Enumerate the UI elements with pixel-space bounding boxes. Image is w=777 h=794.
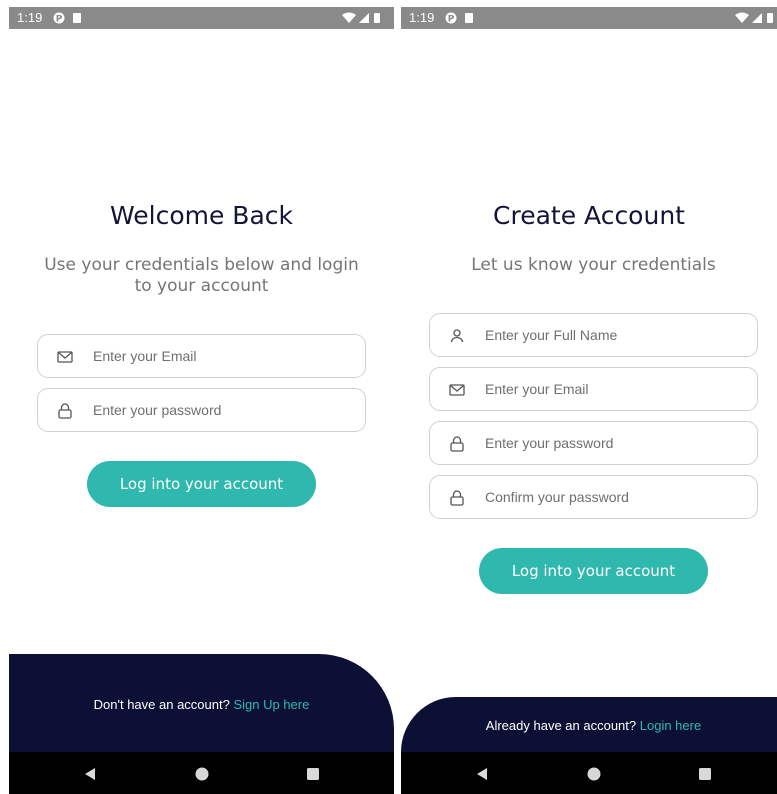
lock-icon (58, 403, 72, 419)
status-bar: 1:19 P (9, 7, 394, 29)
svg-text:P: P (56, 15, 63, 25)
status-bar: 1:19 P (401, 7, 777, 29)
page-subtitle: Let us know your credentials (471, 255, 716, 275)
person-icon (450, 329, 464, 343)
password-input[interactable] (93, 389, 343, 431)
back-icon[interactable] (474, 766, 490, 782)
home-icon[interactable] (586, 766, 602, 782)
footer-panel: Already have an account? Login here (401, 697, 777, 752)
password-input[interactable] (485, 422, 735, 464)
svg-text:P: P (448, 15, 455, 25)
page-subtitle: Use your credentials below and login to … (44, 255, 359, 296)
navigation-bar (9, 752, 394, 794)
notification-icons: P (445, 12, 473, 25)
recents-icon[interactable] (305, 766, 321, 782)
page-title: Create Account (493, 201, 685, 230)
footer-text: Don't have an account? Sign Up here (9, 697, 394, 712)
confirm-password-input[interactable] (485, 476, 735, 518)
footer-prompt: Don't have an account? (93, 697, 230, 712)
password-field[interactable] (37, 388, 366, 432)
password-field[interactable] (429, 421, 758, 465)
back-icon[interactable] (82, 766, 98, 782)
signal-battery-icons (342, 12, 380, 23)
login-link[interactable]: Login here (640, 718, 701, 733)
email-input[interactable] (485, 368, 735, 410)
navigation-bar (401, 752, 777, 794)
status-time: 1:19 (409, 10, 435, 25)
login-screen: 1:19 P Welcome Back Use your credentials… (9, 7, 394, 794)
notification-icons: P (53, 12, 81, 25)
login-button[interactable]: Log into your account (87, 461, 316, 507)
confirm-password-field[interactable] (429, 475, 758, 519)
mail-icon (449, 384, 465, 396)
footer-panel: Don't have an account? Sign Up here (9, 654, 394, 752)
page-title: Welcome Back (110, 201, 293, 230)
lock-icon (450, 436, 464, 452)
email-field[interactable] (429, 367, 758, 411)
footer-text: Already have an account? Login here (401, 718, 777, 733)
footer-prompt: Already have an account? (485, 718, 637, 733)
create-account-button[interactable]: Log into your account (479, 548, 708, 594)
signup-screen: 1:19 P Create Account Let us know your c… (401, 7, 777, 794)
full-name-field[interactable] (429, 313, 758, 357)
signal-battery-icons (735, 12, 773, 23)
full-name-input[interactable] (485, 314, 735, 356)
lock-icon (450, 490, 464, 506)
email-input[interactable] (93, 335, 343, 377)
email-field[interactable] (37, 334, 366, 378)
recents-icon[interactable] (697, 766, 713, 782)
signup-link[interactable]: Sign Up here (233, 697, 309, 712)
home-icon[interactable] (194, 766, 210, 782)
mail-icon (57, 351, 73, 363)
status-time: 1:19 (17, 10, 43, 25)
